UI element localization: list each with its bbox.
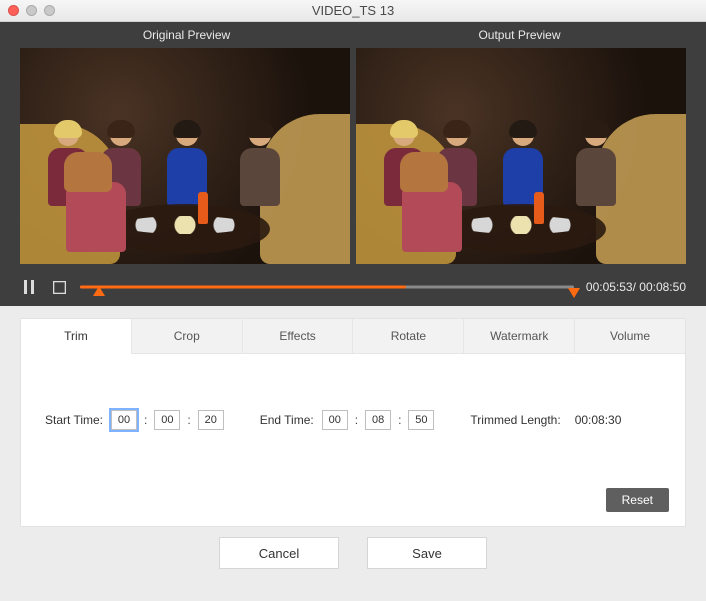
- tab-effects[interactable]: Effects: [243, 319, 354, 353]
- tab-crop[interactable]: Crop: [132, 319, 243, 353]
- colon: :: [186, 413, 191, 427]
- tab-rotate[interactable]: Rotate: [353, 319, 464, 353]
- colon: :: [397, 413, 402, 427]
- window-controls: [8, 5, 55, 16]
- tab-volume[interactable]: Volume: [575, 319, 685, 353]
- reset-row: Reset: [21, 444, 685, 526]
- stop-icon: [53, 281, 66, 294]
- start-hour-input[interactable]: 00: [111, 410, 137, 430]
- trim-start-handle[interactable]: [93, 286, 105, 296]
- playback-controls: 00:05:53/ 00:08:50: [0, 264, 706, 296]
- output-preview-label: Output Preview: [353, 28, 686, 42]
- window-title: VIDEO_TS 13: [0, 3, 706, 18]
- start-minute-input[interactable]: 00: [154, 410, 180, 430]
- preview-headers: Original Preview Output Preview: [0, 22, 706, 48]
- end-minute-input[interactable]: 08: [365, 410, 391, 430]
- close-window-button[interactable]: [8, 5, 19, 16]
- pause-icon: [23, 280, 35, 294]
- minimize-window-button[interactable]: [26, 5, 37, 16]
- current-time: 00:05:53: [586, 280, 633, 294]
- stop-button[interactable]: [50, 278, 68, 296]
- original-preview-video[interactable]: [20, 48, 350, 264]
- editor-panel-wrap: TrimCropEffectsRotateWatermarkVolume Sta…: [0, 306, 706, 593]
- tab-watermark[interactable]: Watermark: [464, 319, 575, 353]
- total-time: 00:08:50: [639, 280, 686, 294]
- end-hour-input[interactable]: 00: [322, 410, 348, 430]
- start-time-label: Start Time:: [45, 413, 103, 427]
- editor-tabs: TrimCropEffectsRotateWatermarkVolume: [21, 319, 685, 354]
- time-readout: 00:05:53/ 00:08:50: [586, 280, 686, 294]
- output-preview-video[interactable]: [356, 48, 686, 264]
- titlebar: VIDEO_TS 13: [0, 0, 706, 22]
- editor-panel: TrimCropEffectsRotateWatermarkVolume Sta…: [20, 318, 686, 527]
- progress-active: [80, 286, 406, 289]
- end-time-label: End Time:: [260, 413, 314, 427]
- pause-button[interactable]: [20, 278, 38, 296]
- start-second-input[interactable]: 20: [198, 410, 224, 430]
- preview-area: Original Preview Output Preview: [0, 22, 706, 306]
- progress-slider[interactable]: [80, 279, 574, 295]
- trim-controls-row: Start Time: 00 : 00 : 20 End Time: 00 : …: [45, 410, 661, 430]
- zoom-window-button[interactable]: [44, 5, 55, 16]
- trimmed-length-label: Trimmed Length:: [470, 413, 560, 427]
- reset-button[interactable]: Reset: [606, 488, 669, 512]
- cancel-button[interactable]: Cancel: [219, 537, 339, 569]
- trim-tab-body: Start Time: 00 : 00 : 20 End Time: 00 : …: [21, 354, 685, 444]
- end-second-input[interactable]: 50: [408, 410, 434, 430]
- colon: :: [354, 413, 359, 427]
- tab-trim[interactable]: Trim: [21, 319, 132, 354]
- save-button[interactable]: Save: [367, 537, 487, 569]
- dialog-buttons: Cancel Save: [20, 527, 686, 583]
- preview-grid: [0, 48, 706, 264]
- trimmed-length-value: 00:08:30: [575, 413, 622, 427]
- original-preview-label: Original Preview: [20, 28, 353, 42]
- trim-end-handle[interactable]: [568, 288, 580, 298]
- colon: :: [143, 413, 148, 427]
